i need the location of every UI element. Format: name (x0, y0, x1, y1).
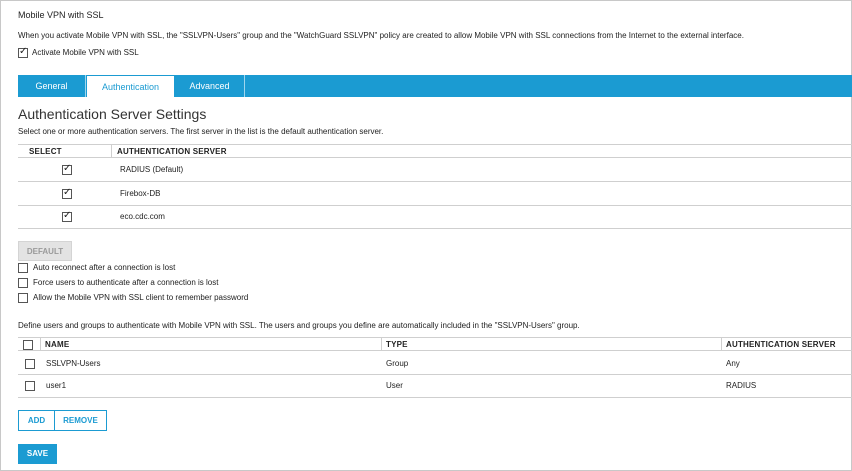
remember-password-checkbox[interactable] (18, 293, 28, 303)
default-button[interactable]: DEFAULT (18, 241, 72, 261)
row-checkbox[interactable] (25, 381, 35, 391)
force-reauth-label: Force users to authenticate after a conn… (33, 278, 219, 287)
window-frame (0, 0, 852, 471)
user-name: SSLVPN-Users (46, 359, 101, 368)
user-auth-server: RADIUS (726, 381, 757, 390)
remember-password-label: Allow the Mobile VPN with SSL client to … (33, 293, 249, 302)
tab-authentication[interactable]: Authentication (86, 75, 175, 97)
tab-bar: General Authentication Advanced (18, 75, 852, 97)
activate-checkbox[interactable] (18, 46, 28, 58)
select-checkbox[interactable] (62, 163, 72, 175)
auth-server-name: eco.cdc.com (120, 212, 165, 221)
select-checkbox[interactable] (62, 210, 72, 222)
page-description: When you activate Mobile VPN with SSL, t… (18, 31, 744, 40)
select-checkbox[interactable] (62, 187, 72, 199)
auth-section-description: Select one or more authentication server… (18, 127, 384, 136)
auto-reconnect-checkbox[interactable] (18, 263, 28, 273)
select-all-checkbox[interactable] (23, 340, 33, 350)
save-button[interactable]: SAVE (18, 444, 57, 464)
users-section-description: Define users and groups to authenticate … (18, 321, 580, 330)
page-title: Mobile VPN with SSL (18, 10, 104, 20)
tab-general[interactable]: General (18, 75, 86, 97)
activate-label: Activate Mobile VPN with SSL (32, 48, 139, 57)
column-header-auth-server: AUTHENTICATION SERVER (117, 147, 227, 156)
column-header-name: NAME (45, 340, 70, 349)
column-header-select: SELECT (29, 147, 62, 156)
auth-section-heading: Authentication Server Settings (18, 106, 207, 122)
user-auth-server: Any (726, 359, 740, 368)
user-name: user1 (46, 381, 67, 390)
add-button[interactable]: ADD (18, 410, 55, 431)
tab-advanced[interactable]: Advanced (175, 75, 245, 97)
auth-server-name: Firebox-DB (120, 189, 161, 198)
auth-server-name: RADIUS (Default) (120, 165, 184, 174)
column-header-type: TYPE (386, 340, 408, 349)
user-type: User (386, 381, 403, 390)
remove-button[interactable]: REMOVE (54, 410, 107, 431)
auto-reconnect-label: Auto reconnect after a connection is los… (33, 263, 176, 272)
force-reauth-checkbox[interactable] (18, 278, 28, 288)
user-type: Group (386, 359, 409, 368)
row-checkbox[interactable] (25, 359, 35, 369)
column-header-auth-server: AUTHENTICATION SERVER (726, 340, 836, 349)
